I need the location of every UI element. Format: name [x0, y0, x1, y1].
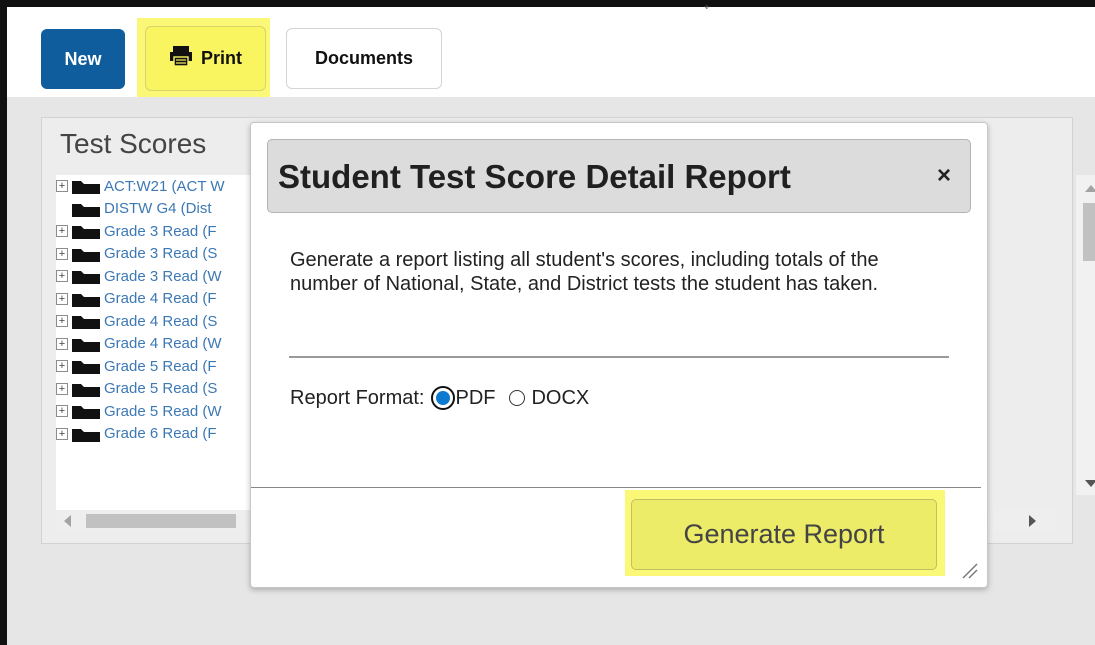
expand-icon[interactable]: + [56, 180, 68, 193]
expand-icon[interactable]: + [56, 225, 68, 238]
close-icon[interactable]: × [937, 162, 951, 190]
tree-item-label[interactable]: Grade 3 Read (W [104, 268, 222, 285]
expand-icon[interactable]: + [56, 337, 68, 350]
tree-item[interactable]: + Grade 5 Read (W [56, 400, 266, 423]
folder-icon [72, 223, 100, 240]
tree-item[interactable]: + Grade 3 Read (W [56, 265, 266, 288]
tree-item-label[interactable]: Grade 4 Read (W [104, 335, 222, 352]
tree-item[interactable]: + Grade 4 Read (F [56, 288, 266, 311]
tree-item[interactable]: + ACT:W21 (ACT W [56, 175, 266, 198]
scroll-right-icon[interactable] [1029, 515, 1036, 527]
folder-icon [72, 178, 100, 195]
horizontal-scroll-thumb[interactable] [86, 514, 236, 528]
folder-icon [72, 403, 100, 420]
window-top-border [0, 0, 1095, 7]
footer-divider [251, 487, 981, 488]
folder-icon [72, 358, 100, 375]
scroll-left-icon[interactable] [64, 515, 71, 527]
tree-item-label[interactable]: Grade 5 Read (S [104, 380, 217, 397]
expand-icon[interactable]: + [56, 427, 68, 440]
expand-icon[interactable]: + [56, 360, 68, 373]
vertical-scroll-thumb[interactable] [1083, 203, 1095, 261]
tree-item[interactable]: + Grade 6 Read (F [56, 423, 266, 446]
tree-item-label[interactable]: Grade 3 Read (S [104, 245, 217, 262]
tree-item[interactable]: + Grade 4 Read (W [56, 333, 266, 356]
section-divider [289, 356, 949, 358]
resize-handle-icon[interactable] [960, 561, 978, 579]
scroll-up-icon[interactable] [1085, 185, 1095, 192]
tree-item-label[interactable]: Grade 5 Read (W [104, 403, 222, 420]
expand-icon[interactable]: + [56, 315, 68, 328]
folder-icon [72, 201, 100, 217]
docx-radio-button[interactable] [509, 390, 526, 406]
window-left-border [0, 0, 7, 645]
tree-item[interactable]: + Grade 4 Read (S [56, 310, 266, 333]
report-format-group: Report Format: PDF DOCX [290, 386, 589, 410]
expand-icon[interactable]: + [56, 292, 68, 305]
folder-icon [72, 246, 100, 262]
expand-icon[interactable]: + [56, 405, 68, 418]
folder-icon [72, 426, 100, 442]
print-button[interactable]: Print [145, 26, 266, 91]
tree-item-label[interactable]: DISTW G4 (Dist [104, 200, 212, 217]
scroll-down-icon[interactable] [1085, 480, 1095, 487]
new-button[interactable]: New [41, 29, 125, 89]
docx-option-label[interactable]: DOCX [531, 387, 589, 410]
generate-report-button[interactable]: Generate Report [631, 499, 937, 570]
tree-item[interactable]: + Grade 3 Read (S [56, 243, 266, 266]
panel-title: Test Scores [60, 128, 207, 159]
vertical-scrollbar[interactable] [1076, 175, 1095, 495]
tree-item[interactable]: DISTW G4 (Dist [56, 198, 266, 221]
report-dialog: Student Test Score Detail Report × Gener… [250, 122, 988, 588]
expand-icon[interactable]: + [56, 382, 68, 395]
tree-item-label[interactable]: ACT:W21 (ACT W [104, 178, 225, 195]
expand-icon[interactable]: + [56, 247, 68, 260]
test-score-tree: + ACT:W21 (ACT W DISTW G4 (Dist + Grade … [56, 175, 266, 510]
printer-icon [169, 45, 193, 72]
pdf-radio-button[interactable] [431, 386, 456, 410]
documents-button[interactable]: Documents [286, 28, 442, 89]
cursor-icon: ⌖ [704, 2, 710, 13]
selected-radio-dot [434, 389, 453, 407]
pdf-option-label[interactable]: PDF [455, 387, 495, 410]
tree-item[interactable]: + Grade 3 Read (F [56, 220, 266, 243]
toolbar: New Print Documents [7, 7, 1095, 98]
tree-item[interactable]: + Grade 5 Read (S [56, 378, 266, 401]
folder-icon [72, 336, 100, 352]
print-label: Print [200, 48, 242, 68]
folder-icon [72, 291, 100, 307]
dialog-title: Student Test Score Detail Report [278, 158, 791, 195]
tree-item[interactable]: + Grade 5 Read (F [56, 355, 266, 378]
folder-icon [72, 268, 100, 285]
report-description: Generate a report listing all student's … [290, 249, 879, 295]
report-format-label: Report Format: [290, 386, 425, 409]
expand-icon[interactable]: + [56, 270, 68, 283]
tree-item-label[interactable]: Grade 4 Read (S [104, 313, 217, 330]
tree-item-label[interactable]: Grade 6 Read (F [104, 425, 217, 442]
folder-icon [72, 381, 100, 397]
folder-icon [72, 313, 100, 330]
dialog-header[interactable]: Student Test Score Detail Report × [267, 139, 971, 213]
tree-item-label[interactable]: Grade 4 Read (F [104, 290, 217, 307]
app-window: New Print Documents Test Scores + ACT:W2… [0, 0, 1095, 645]
tree-item-label[interactable]: Grade 3 Read (F [104, 223, 217, 240]
tree-item-label[interactable]: Grade 5 Read (F [104, 358, 217, 375]
